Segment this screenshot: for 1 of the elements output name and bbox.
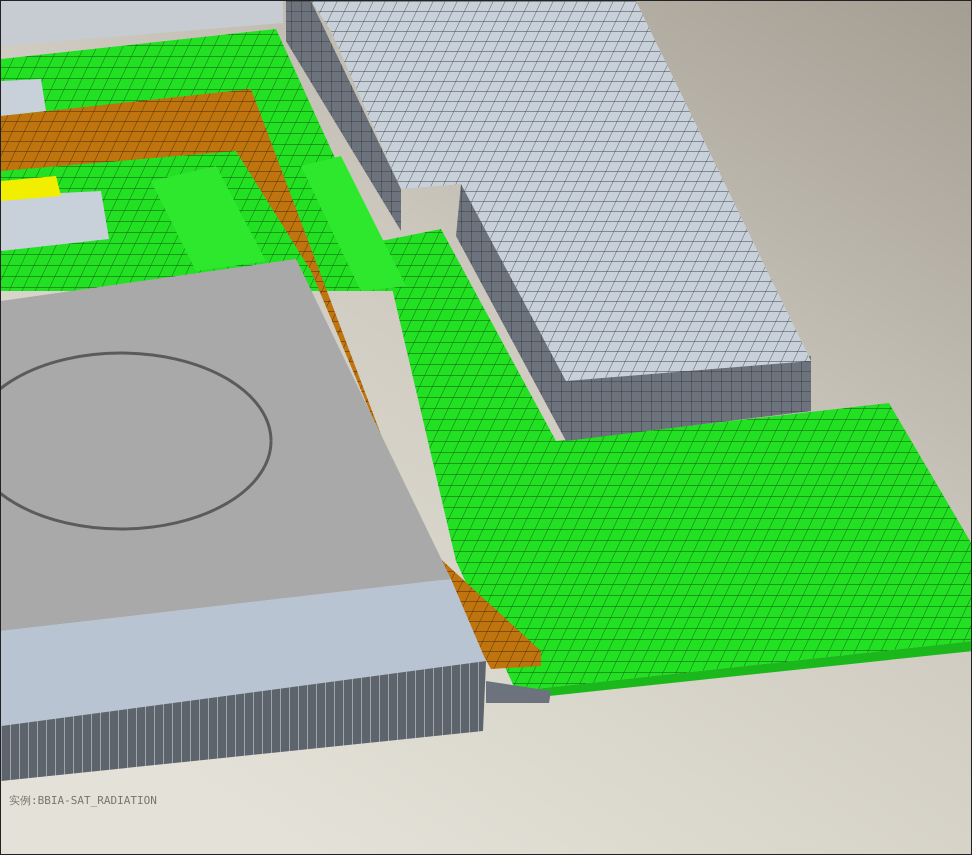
- model-label: 实例:BBIA-SAT_RADIATION: [9, 793, 157, 808]
